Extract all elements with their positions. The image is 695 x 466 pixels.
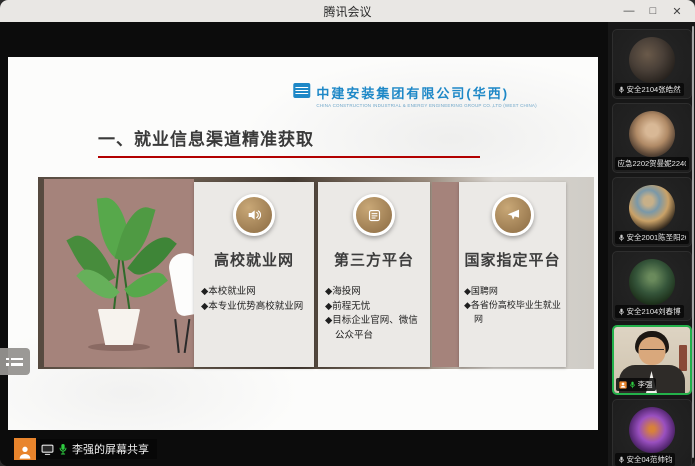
title-underline [98,156,480,158]
participant-tile[interactable]: 安全2104张皓然 [612,29,692,99]
participant-tile[interactable]: 安全2001陈圣阳2041501... [612,177,692,247]
participant-name-label: 李强 [616,378,656,391]
meeting-window: 腾讯会议 — □ ✕ 中建安装集团有限公司(华西) CHINA CONSTRUC… [0,0,695,466]
avatar [629,407,675,453]
bullet-item: ◆本校就业网 [201,285,310,300]
column-state-designated-platforms: 国家指定平台 ◆国聘网 ◆各省份高校毕业生就业网 [459,182,566,367]
screen-share-icon [41,444,54,455]
mic-icon [618,308,625,316]
title-bar: 腾讯会议 — □ ✕ [0,0,695,22]
form-icon [353,194,395,236]
column-title: 国家指定平台 [459,249,566,270]
chair-illustration [167,251,194,317]
participant-name-label: 安全2104刘春博 [615,305,684,318]
mic-icon [618,86,625,94]
sidebar-scrollbar[interactable] [692,26,694,458]
avatar [629,37,675,83]
slide-title: 一、就业信息渠道精准获取 [98,125,314,150]
share-banner: 李强的屏幕共享 [14,438,157,460]
speaker-icon [233,194,275,236]
company-name-en: CHINA CONSTRUCTION INDUSTRIAL & ENERGY E… [316,103,536,108]
shared-slide: 中建安装集团有限公司(华西) CHINA CONSTRUCTION INDUST… [8,57,598,430]
bullet-item: ◆国聘网 [464,285,564,299]
column-title: 第三方平台 [318,249,430,270]
minimize-button[interactable]: — [617,0,641,22]
bullet-item: ◆各省份高校毕业生就业网 [464,299,564,327]
mic-icon [618,234,625,242]
share-banner-text: 李强的屏幕共享 [72,441,149,457]
participant-name-label: 安全2104张皓然 [615,83,684,96]
decor-strip [432,182,459,367]
bullet-item: ◆目标企业官网、微信公众平台 [325,314,426,343]
participant-name-label: 安全04范帅钧 [615,453,676,466]
mic-icon [618,456,625,464]
avatar [629,185,675,231]
company-name: 中建安装集团有限公司(华西) [316,83,536,102]
mic-on-icon [629,381,636,389]
plant-illustration [44,179,194,367]
screen-share-stage: 中建安装集团有限公司(华西) CHINA CONSTRUCTION INDUST… [0,22,608,466]
avatar [629,111,675,157]
participant-tile[interactable]: 安全2104刘春博 [612,251,692,321]
company-logo [293,83,310,98]
presenter-icon[interactable] [14,438,36,460]
maximize-button[interactable]: □ [641,0,665,22]
close-button[interactable]: ✕ [665,0,689,22]
megaphone-icon [492,194,534,236]
bullet-item: ◆本专业优势高校就业网 [201,300,310,315]
participants-sidebar: 安全2104张皓然 应急2202贺曼妮22403050230 安全2001陈圣阳… [608,22,695,466]
window-title: 腾讯会议 [323,3,371,20]
column-university-job-sites: 高校就业网 ◆本校就业网 ◆本专业优势高校就业网 [194,182,314,367]
bullet-item: ◆前程无忧 [325,300,426,315]
participant-tile[interactable]: 安全04范帅钧 [612,399,692,466]
participant-name-label: 应急2202贺曼妮22403050230 [615,157,689,170]
bullet-item: ◆海投网 [325,285,426,300]
avatar [629,259,675,305]
window-controls: — □ ✕ [617,0,689,22]
column-title: 高校就业网 [194,249,314,270]
share-status-label: 李强的屏幕共享 [36,439,157,459]
column-third-party-platforms: 第三方平台 ◆海投网 ◆前程无忧 ◆目标企业官网、微信公众平台 [318,182,430,367]
panel-toggle-button[interactable] [0,348,30,375]
participant-name-label: 安全2001陈圣阳2041501... [615,231,689,244]
mic-on-icon [58,443,68,455]
participant-tile-active-speaker[interactable]: 李强 [612,325,692,395]
company-header: 中建安装集团有限公司(华西) CHINA CONSTRUCTION INDUST… [293,83,536,108]
sharing-icon [619,381,627,389]
participant-tile[interactable]: 应急2202贺曼妮22403050230 [612,103,692,173]
plant-pot [96,309,142,345]
